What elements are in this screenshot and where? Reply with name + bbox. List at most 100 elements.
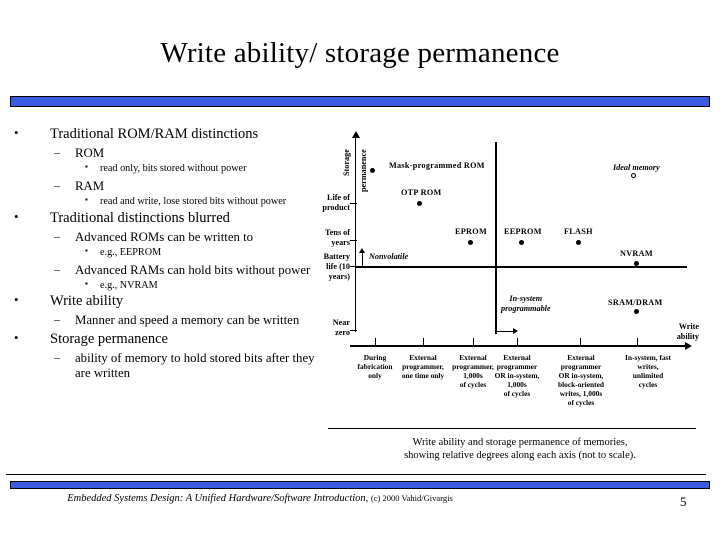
y-tick-label-life-of-product: Life of product xyxy=(310,193,350,213)
footer-citation-copyright: (c) 2000 Vahid/Givargis xyxy=(370,493,453,503)
xcat-line: 1,000s xyxy=(507,380,527,390)
y-axis-title-storage: Storage xyxy=(342,149,351,176)
bullet-marker: – xyxy=(54,349,60,364)
data-point-sram-dram xyxy=(634,309,639,314)
footer-citation: Embedded Systems Design: A Unified Hardw… xyxy=(60,492,460,505)
xcat-line: cycles xyxy=(638,380,658,390)
bullet-item: • Traditional distinctions blurred xyxy=(0,208,318,227)
bullet-item: ▪ read and write, lose stored bits withou… xyxy=(0,195,318,208)
bullet-text: ROM xyxy=(75,146,105,161)
data-label-flash: FLASH xyxy=(564,227,593,236)
bullet-item: ▪ e.g., NVRAM xyxy=(0,278,318,292)
bullet-item: ▪ read only, bits stored without power xyxy=(0,162,318,175)
bullet-marker: ▪ xyxy=(85,278,88,288)
x-tick-3 xyxy=(473,338,474,345)
x-category-label-external-or-in-system: External programmer OR in-system, 1,000s… xyxy=(485,353,549,398)
ylab-line: years) xyxy=(328,272,350,281)
xcat-line: programmer xyxy=(560,362,602,372)
ylab-line: Life of xyxy=(327,193,350,202)
y-tick-label-near-zero: Near zero xyxy=(310,318,350,338)
xcat-line: writes, 1,000s xyxy=(559,389,603,399)
y-tick-label-battery-life: Battery life (10 years) xyxy=(308,252,350,282)
data-point-flash xyxy=(576,240,581,245)
slide-canvas: Write ability/ storage permanence • Tradi… xyxy=(0,0,720,540)
xcat-line: unlimited xyxy=(632,371,664,381)
bullet-marker: ▪ xyxy=(85,162,88,172)
bullet-marker: – xyxy=(54,312,60,327)
data-label-ideal-memory: Ideal memory xyxy=(613,163,660,172)
data-point-eeprom xyxy=(519,240,524,245)
bullet-text: RAM xyxy=(75,178,105,193)
caption-divider xyxy=(328,428,696,429)
ylab-line: years xyxy=(331,238,350,247)
bullet-text: Write ability xyxy=(50,293,124,310)
bullet-text: read and write, lose stored bits without… xyxy=(100,196,287,208)
ylab-line: Tens of xyxy=(325,228,350,237)
y-tick-label-tens-of-years: Tens of years xyxy=(310,228,350,248)
xcat-line: OR in-system, xyxy=(558,371,604,381)
bullet-text: ability of memory to hold stored bits af… xyxy=(75,350,315,381)
y-axis-title-permanence: permanence xyxy=(359,149,368,192)
in-system-arrow-head xyxy=(513,328,518,334)
xcat-line: External xyxy=(503,353,531,362)
bullet-item: • Traditional ROM/RAM distinctions xyxy=(0,125,318,143)
data-label-mask-programmed-rom: Mask-programmed ROM xyxy=(389,161,485,170)
y-tick-life-of-product xyxy=(350,203,357,204)
bullet-marker: – xyxy=(54,177,60,192)
data-point-nvram xyxy=(634,261,639,266)
xcat-line: programmer xyxy=(496,362,538,372)
x-tick-6 xyxy=(637,338,638,345)
footer-divider xyxy=(6,474,706,475)
bullet-list: • Traditional ROM/RAM distinctions – ROM ▪… xyxy=(0,125,318,384)
ylab-line: Battery xyxy=(323,252,350,261)
data-point-mask-programmed-rom xyxy=(370,168,375,173)
x-tick-4 xyxy=(517,338,518,345)
nonvolatile-arrow-shaft xyxy=(362,252,363,267)
data-point-eprom xyxy=(468,240,473,245)
bullet-item: – RAM xyxy=(0,177,318,194)
x-axis-title: Write ability xyxy=(657,322,699,342)
bullet-item: – ability of memory to hold stored bits a… xyxy=(0,349,318,382)
x-axis-title-line: Write xyxy=(678,322,699,331)
footer-citation-italic: Embedded Systems Design: A Unified Hardw… xyxy=(67,493,369,504)
xcat-line: OR in-system, xyxy=(494,371,540,381)
data-point-otp-rom xyxy=(417,201,422,206)
footer-accent-bar xyxy=(10,481,710,489)
region-label-in-system-programmable: In-system programmable xyxy=(501,294,551,314)
bullet-marker: – xyxy=(54,228,60,243)
xcat-line: writes, xyxy=(637,362,659,372)
bullet-text: e.g., EEPROM xyxy=(100,247,162,259)
page-number: 5 xyxy=(680,494,687,509)
x-axis-title-line: ability xyxy=(676,331,699,341)
region-label-line: programmable xyxy=(501,303,551,313)
ylab-line: Near xyxy=(332,318,350,327)
xcat-line: In-system, fast xyxy=(625,353,671,362)
xcat-line: block-oriented xyxy=(558,380,604,390)
bullet-text: read only, bits stored without power xyxy=(100,163,247,175)
bullet-text: Advanced ROMs can be written to xyxy=(75,229,254,244)
bullet-marker: • xyxy=(14,208,19,224)
xcat-line: External xyxy=(567,353,595,362)
caption-line: showing relative degrees along each axis… xyxy=(404,450,636,462)
x-axis-arrowhead xyxy=(685,342,692,350)
ylab-line: life (10 xyxy=(326,262,350,271)
y-axis-arrowhead xyxy=(352,131,360,138)
page-title: Write ability/ storage permanence xyxy=(160,37,560,69)
bullet-item: • Storage permanence xyxy=(0,329,318,348)
data-label-eprom: EPROM xyxy=(455,227,487,236)
x-category-label-in-system-fast: In-system, fast writes, unlimited cycles xyxy=(613,353,683,389)
data-point-ideal-memory xyxy=(631,173,636,178)
x-tick-1 xyxy=(375,338,376,345)
bullet-marker: ▪ xyxy=(85,246,88,256)
bullet-item: – Manner and speed a memory can be writte… xyxy=(0,312,318,328)
bullet-text: e.g., NVRAM xyxy=(100,279,158,291)
bullet-text: Storage permanence xyxy=(50,330,168,347)
data-label-nvram: NVRAM xyxy=(620,249,653,258)
ylab-line: product xyxy=(322,203,350,212)
bullet-marker: • xyxy=(14,329,19,345)
bullet-text: Traditional distinctions blurred xyxy=(50,209,230,226)
bullet-item: ▪ e.g., EEPROM xyxy=(0,246,318,259)
xcat-line: of cycles xyxy=(567,398,595,408)
in-system-arrow-shaft xyxy=(497,331,514,332)
xcat-line: of cycles xyxy=(503,389,531,399)
